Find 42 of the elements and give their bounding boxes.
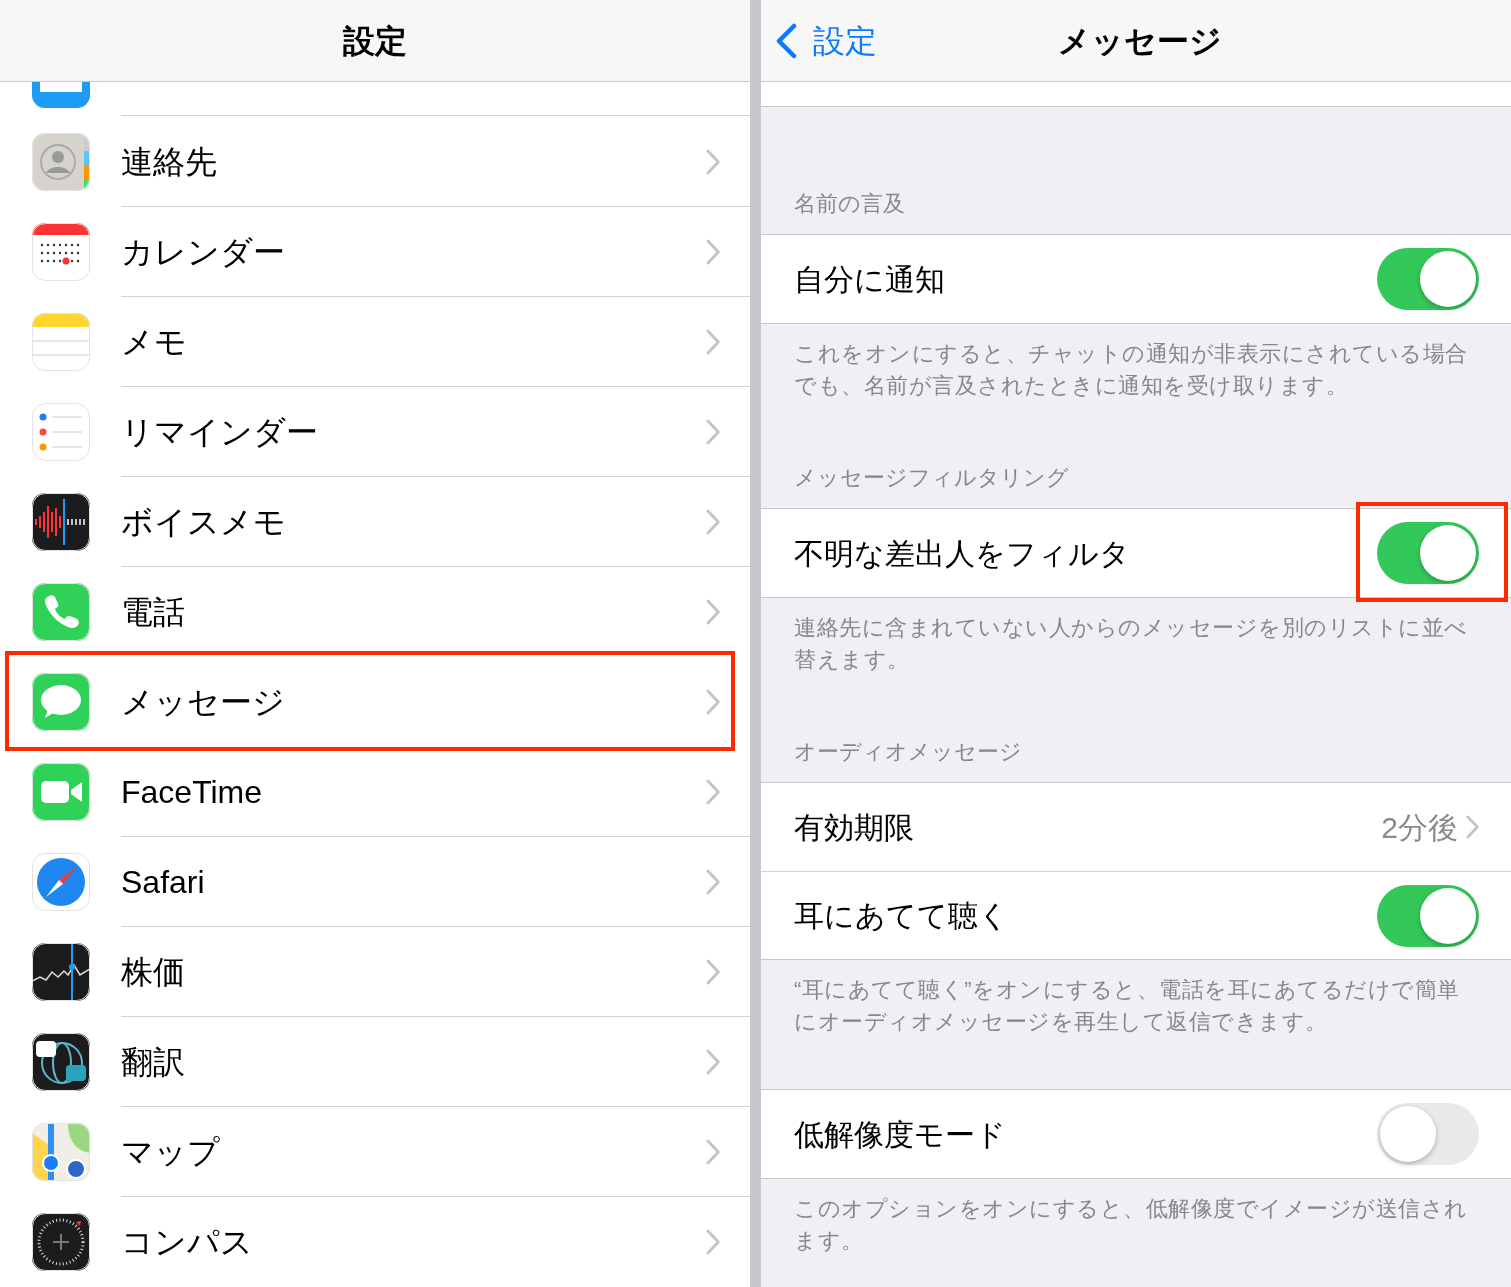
item-label: カレンダー <box>121 232 286 272</box>
row-label: 自分に通知 <box>794 261 946 298</box>
section-footer: これをオンにすると、チャットの通知が非表示にされている場合でも、名前が言及されたときに通知を受け取ります。 <box>761 324 1511 402</box>
item-label: メッセージ <box>121 683 286 722</box>
settings-item[interactable]: マップ <box>0 1107 750 1197</box>
item-label: ボイスメモ <box>121 502 287 542</box>
settings-item[interactable]: コンパス <box>0 1197 750 1287</box>
settings-item[interactable]: 連絡先 <box>0 117 750 207</box>
screen-title: メッセージ <box>1058 21 1222 61</box>
item-label: リマインダー <box>121 412 319 452</box>
settings-item[interactable]: 株価 <box>0 927 750 1017</box>
item-label: FaceTime <box>121 772 264 812</box>
settings-item[interactable]: カレンダー <box>0 207 750 297</box>
item-label: 連絡先 <box>121 142 218 182</box>
section-footer: 連絡先に含まれていない人からのメッセージを別のリストに並べ替えます。 <box>761 598 1511 676</box>
item-label: マップ <box>121 1132 221 1172</box>
section-footer: このオプションをオンにすると、低解像度でイメージが送信されます。 <box>761 1179 1511 1257</box>
screen-title: 設定 <box>343 21 407 61</box>
row-label: 有効期限 <box>794 809 915 846</box>
settings-item[interactable]: FaceTime <box>0 747 750 837</box>
row-label: 不明な差出人をフィルタ <box>794 535 1131 572</box>
row-label: 耳にあてて聴く <box>794 898 1010 934</box>
settings-item[interactable]: 翻訳 <box>0 1017 750 1107</box>
settings-item[interactable]: メッセージ <box>0 657 750 747</box>
settings-item[interactable]: メモ <box>0 297 750 387</box>
row-value: 2分後 <box>1381 809 1458 846</box>
settings-item[interactable]: Safari <box>0 837 750 927</box>
settings-item[interactable]: ボイスメモ <box>0 477 750 567</box>
item-label: 電話 <box>121 593 186 632</box>
section-header: 名前の言及 <box>794 190 905 218</box>
item-label: 翻訳 <box>121 1042 186 1082</box>
item-label: Safari <box>121 862 206 902</box>
section-footer: “耳にあてて聴く”をオンにすると、電話を耳にあてるだけで簡単にオーディオメッセージを再生して返信できます。 <box>761 960 1511 1038</box>
section-header: オーディオメッセージ <box>794 738 1022 766</box>
item-label: メモ <box>121 322 188 362</box>
settings-item[interactable]: 電話 <box>0 567 750 657</box>
row-label: 低解像度モード <box>794 1116 1007 1153</box>
section-header: メッセージフィルタリング <box>794 464 1069 492</box>
item-label: コンパス <box>121 1223 254 1262</box>
back-button[interactable]: 設定 <box>761 16 877 65</box>
item-label: 株価 <box>121 952 186 992</box>
settings-item[interactable]: リマインダー <box>0 387 750 477</box>
